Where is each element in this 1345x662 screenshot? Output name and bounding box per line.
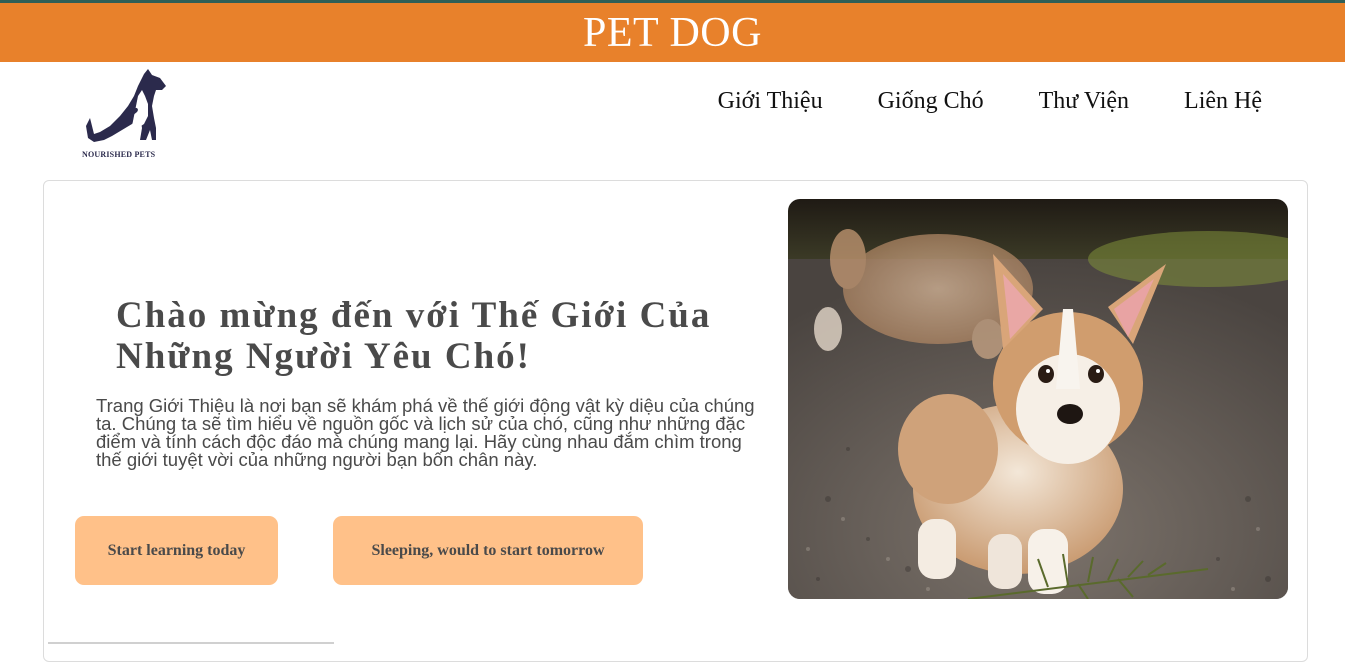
logo[interactable]: NOURISHED PETS [82,66,172,166]
header: NOURISHED PETS Giới Thiệu Giống Chó Thư … [0,62,1345,172]
logo-text: NOURISHED PETS [82,150,156,159]
hero-card: Chào mừng đến với Thế Giới Của Những Ngư… [43,180,1308,662]
nav-item-lien-he[interactable]: Liên Hệ [1184,88,1262,115]
start-learning-button[interactable]: Start learning today [75,516,278,585]
dog-cat-logo-icon [86,69,166,142]
sleep-start-tomorrow-button[interactable]: Sleeping, would to start tomorrow [333,516,643,585]
nav-item-gioi-thieu[interactable]: Giới Thiệu [718,88,823,115]
hero-title: Chào mừng đến với Thế Giới Của Những Ngư… [116,295,712,377]
footer-divider [48,642,334,644]
nav-item-giong-cho[interactable]: Giống Chó [878,88,984,115]
site-banner: PET DOG [0,3,1345,62]
nav-item-thu-vien[interactable]: Thư Viện [1039,88,1129,115]
corgi-puppy-photo [788,199,1288,599]
hero-description: Trang Giới Thiệu là nơi bạn sẽ khám phá … [96,395,755,470]
site-title: PET DOG [583,9,762,56]
main-nav: Giới Thiệu Giống Chó Thư Viện Liên Hệ [718,88,1262,115]
